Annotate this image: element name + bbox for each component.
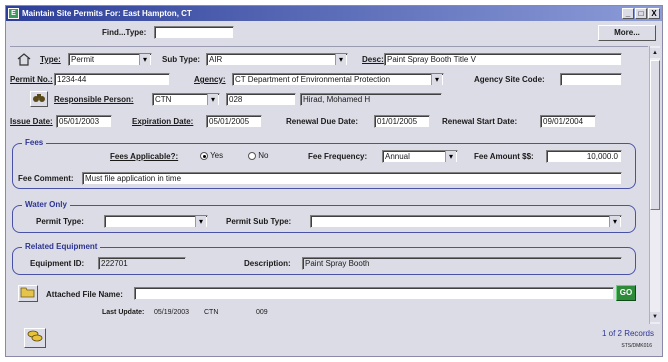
vertical-scrollbar[interactable]: ▲ ▼ [649,46,660,324]
equipment-description-field: Paint Spray Booth [302,257,622,270]
responsible-id-input[interactable]: 028 [226,93,296,106]
permit-sub-type-select[interactable] [310,215,622,228]
equipment-description-label: Description: [244,259,291,268]
more-button[interactable]: More... [598,25,656,41]
renewal-due-date-input[interactable]: 01/01/2005 [374,115,430,128]
window-title: Maintain Site Permits For: East Hampton,… [22,9,192,18]
fee-frequency-label: Fee Frequency: [308,152,368,161]
permit-type-select[interactable] [104,215,208,228]
agency-site-code-input[interactable] [560,73,622,86]
minimize-button[interactable]: _ [622,8,634,19]
person-lookup-button[interactable] [30,91,48,107]
record-nav-button[interactable] [24,328,46,348]
record-count: 1 of 2 Records [601,329,654,338]
permits-window: E Maintain Site Permits For: East Hampto… [5,5,663,357]
equipment-id-label: Equipment ID: [30,259,85,268]
equipment-id-field: 222701 [98,257,186,270]
fee-amount-label: Fee Amount $$: [474,152,534,161]
subtype-label: Sub Type: [162,55,201,64]
fees-group-title: Fees [22,138,47,147]
maximize-button[interactable]: □ [635,8,647,19]
app-icon: E [8,8,19,19]
agency-select[interactable]: CT Department of Environmental Protectio… [232,73,444,86]
related-equipment-group-title: Related Equipment [22,242,101,251]
radio-selected-icon [200,151,208,160]
fee-amount-input[interactable]: 10,000.0 [546,150,622,163]
fees-yes-radio[interactable]: Yes [200,151,223,160]
expiration-date-label: Expiration Date: [132,117,194,126]
attached-file-label: Attached File Name: [46,290,123,299]
stacked-coins-icon [27,330,43,342]
issue-date-label: Issue Date: [10,117,53,126]
fee-frequency-select[interactable]: Annual [382,150,458,163]
responsible-code-select[interactable]: CTN [152,93,220,106]
find-type-input[interactable] [154,26,234,39]
fee-comment-input[interactable]: Must file application in time [82,172,622,185]
subtype-select[interactable]: AIR [206,53,348,66]
permit-sub-type-label: Permit Sub Type: [226,217,292,226]
screen-id: STS/DMK016 [621,343,652,349]
desc-input[interactable]: Paint Spray Booth Title V [384,53,622,66]
fees-yes-label: Yes [210,151,224,160]
agency-site-code-label: Agency Site Code: [474,75,545,84]
fees-no-radio[interactable]: No [248,151,268,160]
close-button[interactable]: X [648,8,660,19]
permit-type-label: Permit Type: [36,217,84,226]
scroll-down-arrow-icon[interactable]: ▼ [650,312,660,322]
house-icon[interactable] [16,52,32,66]
water-only-group-title: Water Only [22,200,70,209]
fees-applicable-label: Fees Applicable?: [110,152,179,161]
folder-icon [20,287,35,298]
window-controls: _ □ X [622,8,660,19]
form-panel: Type: Permit Sub Type: AIR Desc: Paint S… [10,46,648,322]
issue-date-input[interactable]: 05/01/2003 [56,115,112,128]
type-label: Type: [40,55,61,64]
last-update-date: 05/19/2003 [154,309,190,316]
find-type-label: Find...Type: [102,28,147,37]
fees-no-label: No [258,151,269,160]
renewal-start-date-input[interactable]: 09/01/2004 [540,115,596,128]
renewal-due-date-label: Renewal Due Date: [286,117,359,126]
agency-label: Agency: [194,75,226,84]
last-update-code: 009 [256,309,268,316]
find-toolbar: Find...Type: More... [6,24,662,44]
renewal-start-date-label: Renewal Start Date: [442,117,518,126]
go-button[interactable]: GO [616,285,636,301]
binoculars-icon [33,94,45,102]
last-update-label: Last Update: [102,309,145,316]
title-bar: E Maintain Site Permits For: East Hampto… [6,6,662,21]
attached-file-input[interactable] [134,287,614,300]
scrollbar-thumb[interactable] [650,60,660,210]
scroll-up-arrow-icon[interactable]: ▲ [650,48,660,58]
last-update-user: CTN [204,309,219,316]
desc-label: Desc: [362,55,384,64]
responsible-person-label: Responsible Person: [54,95,134,104]
permit-no-label: Permit No.: [10,75,53,84]
radio-empty-icon [248,151,256,160]
open-file-button[interactable] [18,285,38,302]
responsible-name-field: Hirad, Mohamed H [300,93,442,106]
type-select[interactable]: Permit [68,53,152,66]
expiration-date-input[interactable]: 05/01/2005 [206,115,262,128]
fee-comment-label: Fee Comment: [18,174,74,183]
permit-no-input[interactable]: 1234-44 [54,73,170,86]
